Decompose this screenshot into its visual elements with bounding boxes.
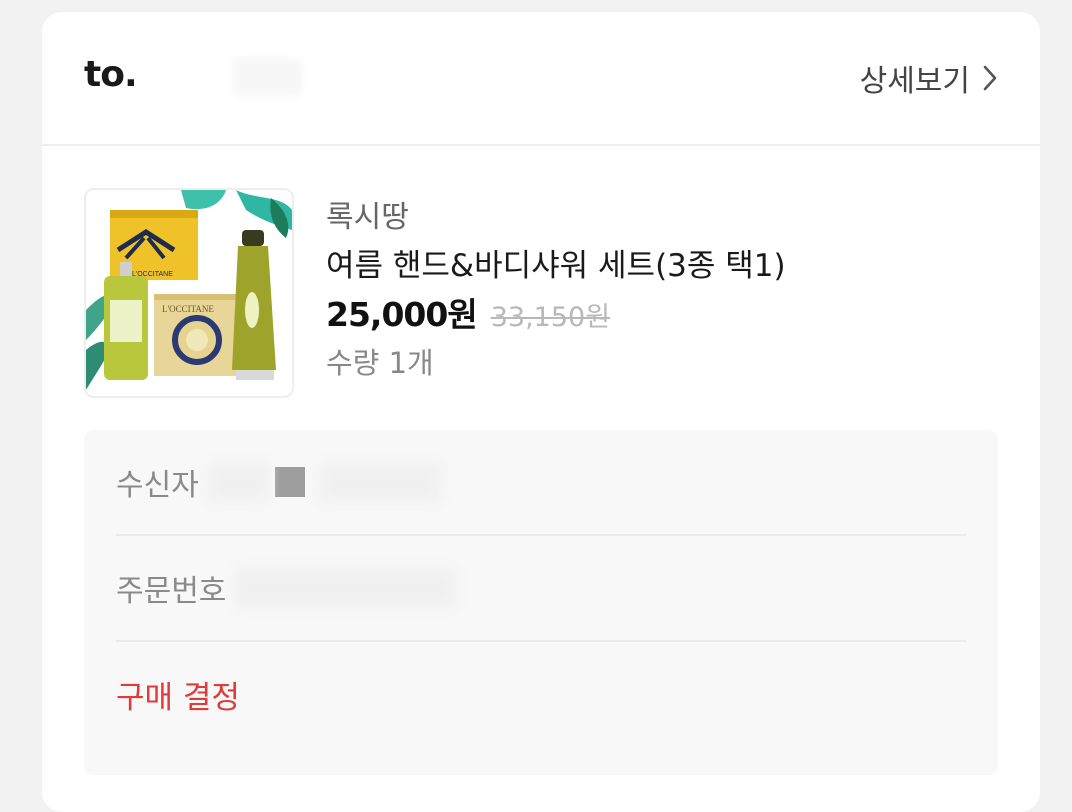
product-brand: 록시땅	[326, 200, 409, 235]
product-thumbnail[interactable]: L'OCCITANE L'OCCITANE	[84, 188, 294, 398]
price-row: 25,000원 33,150원	[326, 288, 786, 338]
product-info: 록시땅 여름 핸드&바디샤워 세트(3종 택1) 25,000원 33,150원…	[326, 188, 786, 382]
card-header: to. 상세보기	[42, 12, 1040, 146]
view-details-link[interactable]: 상세보기	[860, 56, 998, 100]
order-status-row: 구매 결정	[116, 642, 966, 746]
recipient-label: 수신자	[116, 468, 199, 503]
view-details-label: 상세보기	[859, 64, 970, 99]
product-quantity: 수량 1개	[326, 346, 434, 380]
order-number-row: 주문번호	[116, 536, 966, 642]
order-status: 구매 결정	[116, 679, 240, 716]
chevron-right-icon	[983, 65, 997, 91]
original-price: 33,150원	[490, 302, 611, 333]
product-item[interactable]: L'OCCITANE L'OCCITANE 록시땅 여름 핸드&바디샤워 세트(…	[84, 188, 998, 398]
product-image: L'OCCITANE L'OCCITANE	[86, 190, 292, 396]
recipient-prefix-label: to.	[84, 54, 138, 95]
order-number-redacted-value	[236, 568, 457, 608]
sale-price: 25,000원	[326, 295, 478, 334]
recipient-redacted-part	[208, 462, 269, 502]
order-number-label: 주문번호	[116, 574, 227, 609]
product-name[interactable]: 여름 핸드&바디샤워 세트(3종 택1)	[326, 240, 786, 284]
recipient-redacted-value	[320, 462, 441, 502]
order-info-box: 수신자 주문번호 구매 결정	[84, 430, 998, 775]
recipient-row: 수신자	[116, 430, 966, 536]
order-card: to. 상세보기 L'OCCITANE L'OCCITANE 록시땅 여름 핸드…	[42, 12, 1040, 812]
svg-text:L'OCCITANE: L'OCCITANE	[162, 304, 214, 314]
recipient-mask-square	[274, 467, 305, 497]
recipient-name-redacted	[232, 58, 302, 96]
